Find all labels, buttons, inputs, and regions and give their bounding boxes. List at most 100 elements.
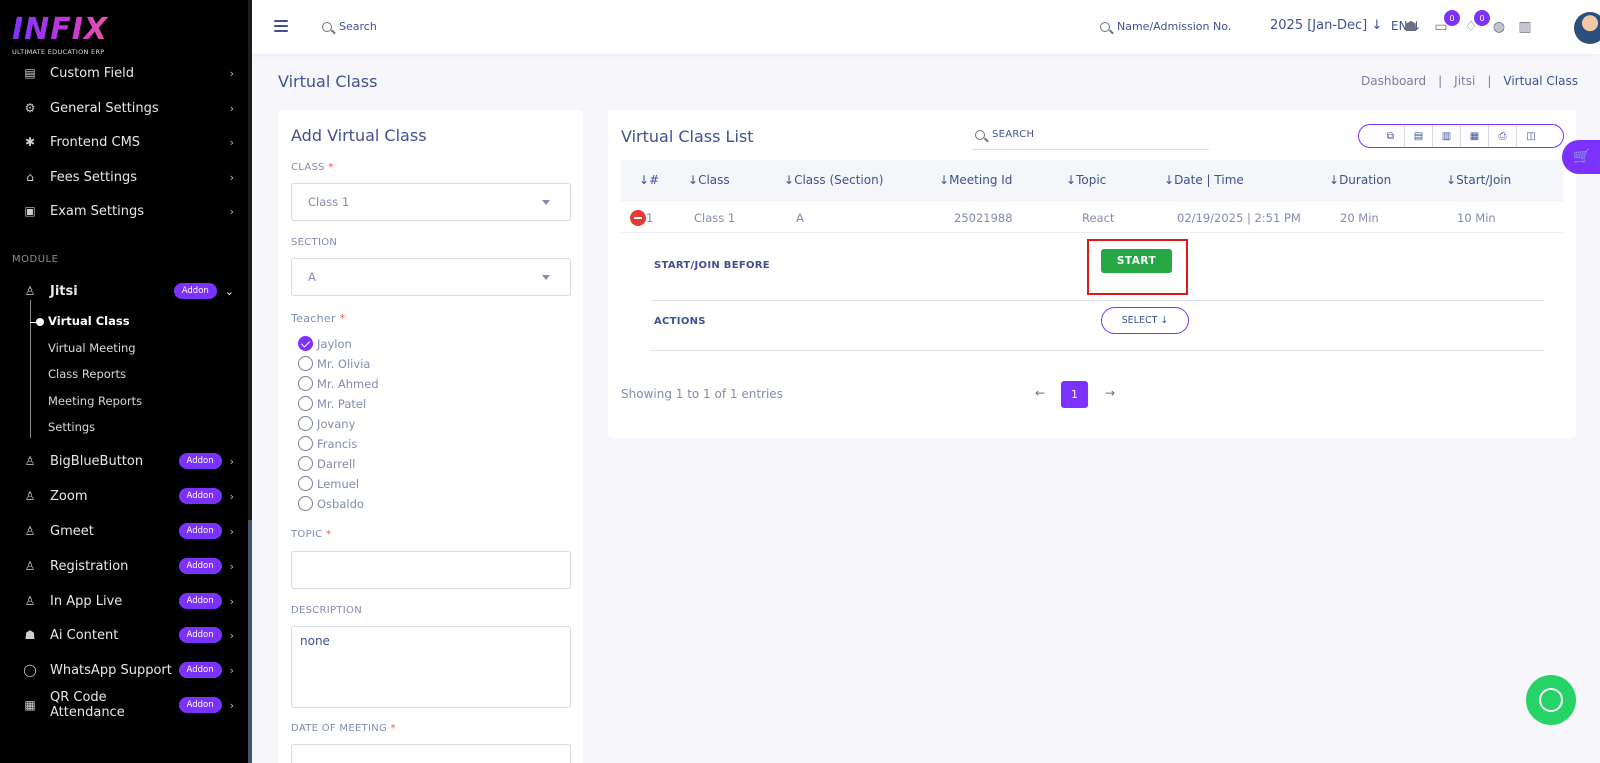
sidebar-scrollbar[interactable] [248,0,252,763]
sidebar-item-fees-settings[interactable]: ⌂ Fees Settings › [22,164,234,190]
settings-icon: ▤ [24,66,36,80]
radio-icon[interactable] [298,396,313,411]
sidebar-item-general-settings[interactable]: ⚙ General Settings › [22,95,234,121]
column-header-section[interactable]: ↓Class (Section) [784,173,883,187]
breadcrumb-virtual-class[interactable]: Virtual Class [1503,74,1578,88]
csv-icon[interactable]: ▥ [1433,125,1461,147]
teacher-option[interactable]: Jovany [298,416,355,431]
pagination-page[interactable]: 1 [1061,381,1088,408]
teacher-option[interactable]: Francis [298,436,357,451]
divider [651,350,1544,351]
sidebar-item-ai-content[interactable]: ☗ Ai Content Addon › [22,622,234,648]
teacher-name: Mr. Ahmed [317,376,379,391]
sidebar-item-qr-code-attendance[interactable]: ▦ QR Code Attendance Addon › [22,690,234,720]
sidebar-sub-virtual-meeting[interactable]: Virtual Meeting [48,341,136,355]
gear-icon: ✱ [24,135,36,149]
radio-icon[interactable] [298,476,313,491]
radio-icon[interactable] [298,376,313,391]
date-input[interactable] [291,744,571,763]
collapse-row-icon[interactable] [630,210,646,226]
avatar[interactable] [1574,12,1600,44]
chart-icon[interactable]: ▥ [1516,18,1534,36]
table-search-input[interactable]: SEARCH [973,120,1209,150]
arrow-down-icon: ↓ [1371,18,1383,33]
teacher-option[interactable]: Mr. Olivia [298,356,370,371]
topic-input[interactable] [291,551,571,589]
sidebar-item-label: Frontend CMS [50,134,141,150]
entries-info: Showing 1 to 1 of 1 entries [621,387,783,401]
sidebar-item-bigbluebutton[interactable]: ♙ BigBlueButton Addon › [22,448,234,474]
teacher-label: Teacher * [291,312,346,325]
whatsapp-button[interactable] [1526,675,1576,725]
student-search[interactable]: Name/Admission No. [1100,20,1231,33]
chat-icon[interactable]: ▭ 0 [1432,10,1460,36]
teacher-name: Francis [317,436,358,451]
pagination-prev-icon[interactable]: ← [1035,386,1045,400]
sidebar-item-custom-field[interactable]: ▤ Custom Field › [22,60,234,86]
teacher-option[interactable]: Lemuel [298,476,359,491]
logo[interactable]: INFIX ULTIMATE EDUCATION ERP [12,14,132,58]
pdf-icon[interactable]: ▦ [1461,125,1489,147]
copy-icon[interactable]: ⧉ [1377,125,1405,147]
column-header-duration[interactable]: ↓Duration [1329,173,1391,187]
sidebar-sub-virtual-class[interactable]: Virtual Class [48,314,130,328]
columns-icon[interactable]: ◫ [1517,125,1545,147]
actions-select-button[interactable]: SELECT ↓ [1101,307,1189,334]
sidebar-item-in-app-live[interactable]: ♙ In App Live Addon › [22,588,234,614]
column-header-class[interactable]: ↓Class [688,173,730,187]
start-button[interactable]: START [1101,249,1172,273]
addon-badge: Addon [178,697,222,713]
sidebar-item-exam-settings[interactable]: ▣ Exam Settings › [22,198,234,224]
chevron-right-icon: › [229,559,234,573]
radio-icon[interactable] [298,496,313,511]
scrollbar-thumb[interactable] [248,520,252,763]
print-icon[interactable]: ⎙ [1489,125,1517,147]
checkbox-checked-icon[interactable] [298,336,313,351]
cart-icon[interactable]: 🛒 [1562,140,1600,174]
sidebar-item-gmeet[interactable]: ♙ Gmeet Addon › [22,518,234,544]
column-header-meeting-id[interactable]: ↓Meeting Id [939,173,1012,187]
column-header-start-join[interactable]: ↓Start/Join [1446,173,1511,187]
sidebar-item-registration[interactable]: ♙ Registration Addon › [22,553,234,579]
teacher-name: Osbaldo [317,496,364,511]
teacher-option[interactable]: Darrell [298,456,355,471]
teacher-option[interactable]: Jaylon [298,336,352,351]
column-header-date-time[interactable]: ↓Date | Time [1164,173,1244,187]
academic-year-select[interactable]: 2025 [Jan-Dec] ↓ [1270,18,1382,33]
sidebar-sub-meeting-reports[interactable]: Meeting Reports [48,394,142,408]
section-select-value: A [308,270,316,284]
radio-icon[interactable] [298,356,313,371]
sidebar-item-jitsi[interactable]: ♙ Jitsi Addon ⌄ [22,278,234,304]
radio-icon[interactable] [298,456,313,471]
global-search[interactable]: Search [322,20,377,33]
breadcrumb-jitsi[interactable]: Jitsi [1454,74,1475,88]
teacher-option[interactable]: Mr. Patel [298,396,366,411]
teacher-option[interactable]: Mr. Ahmed [298,376,379,391]
sidebar-item-frontend-cms[interactable]: ✱ Frontend CMS › [22,129,234,155]
hamburger-menu-icon[interactable] [274,20,288,32]
description-textarea[interactable]: none [291,626,571,708]
sidebar-sub-class-reports[interactable]: Class Reports [48,367,126,381]
excel-icon[interactable]: ▤ [1405,125,1433,147]
sidebar-sub-settings[interactable]: Settings [48,420,95,434]
sidebar-item-label: Registration [50,558,129,574]
pagination-next-icon[interactable]: → [1105,386,1115,400]
globe-icon[interactable]: ◍ [1490,18,1508,36]
robot-icon[interactable]: ☗ [1402,18,1420,36]
sidebar-item-zoom[interactable]: ♙ Zoom Addon › [22,483,234,509]
breadcrumb: Dashboard | Jitsi | Virtual Class [1361,74,1578,88]
column-header-topic[interactable]: ↓Topic [1066,173,1106,187]
radio-icon[interactable] [298,436,313,451]
breadcrumb-dashboard[interactable]: Dashboard [1361,74,1426,88]
sidebar-item-whatsapp-support[interactable]: ◯ WhatsApp Support Addon › [22,657,234,683]
page-title: Virtual Class [278,72,378,91]
column-header-number[interactable]: ↓# [639,173,659,187]
bell-icon[interactable]: ♢ 0 [1462,10,1490,36]
radio-icon[interactable] [298,416,313,431]
addon-badge: Addon [178,662,222,678]
section-select[interactable]: A [291,258,571,296]
addon-badge: Addon [178,523,222,539]
teacher-option[interactable]: Osbaldo [298,496,364,511]
virtual-class-list-card: Virtual Class List SEARCH ⧉ ▤ ▥ ▦ ⎙ ◫ ↓#… [608,110,1576,438]
class-select[interactable]: Class 1 [291,183,571,221]
